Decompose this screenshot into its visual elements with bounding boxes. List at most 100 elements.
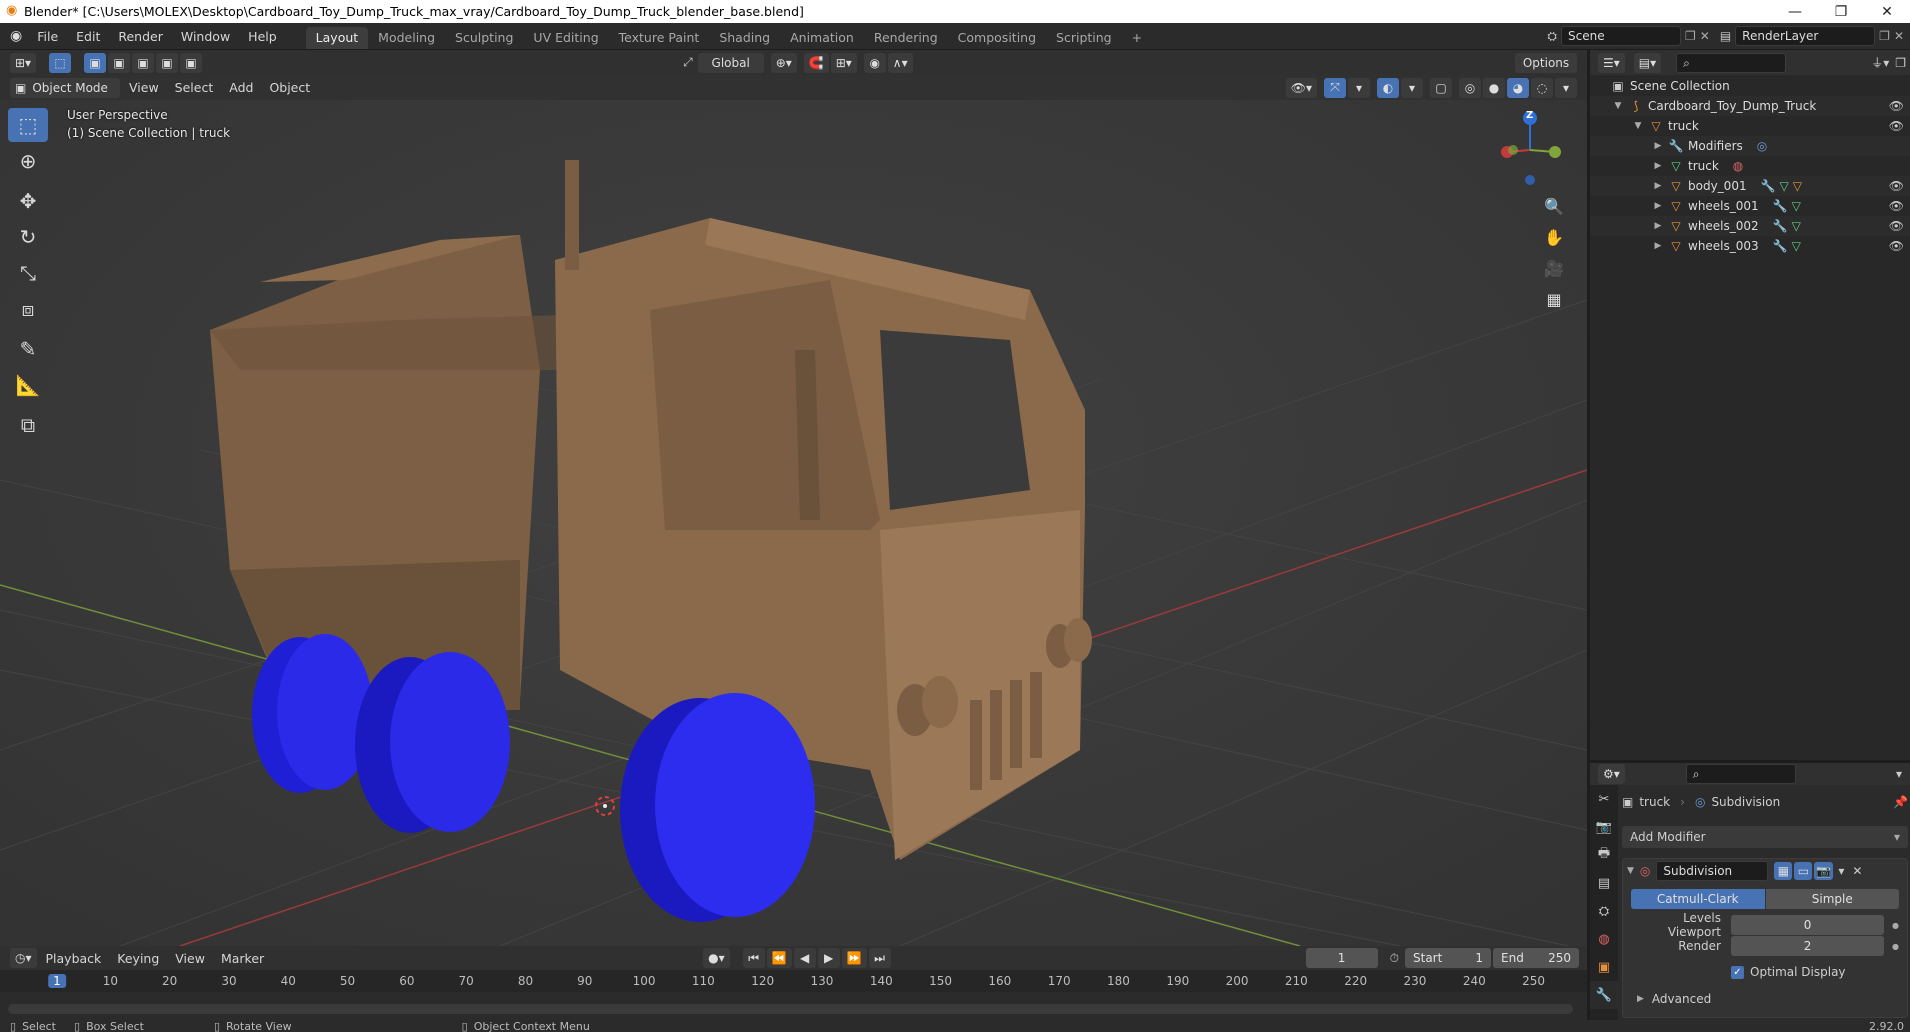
edit-mode-toggle-icon[interactable]: ▦ [1774,862,1793,880]
tab-layout[interactable]: Layout [305,26,369,49]
modifier-name-field[interactable]: Subdivision [1656,861,1769,881]
menu-window[interactable]: Window [172,23,239,50]
tab-rendering[interactable]: Rendering [864,27,948,49]
pan-hand-icon[interactable]: ✋ [1540,223,1568,251]
timeline-ruler[interactable]: 1 10 20 30 40 50 60 70 80 90 100 110 120 130 140 150 160… [0,970,1587,992]
outliner-row-wheels-003[interactable]: ▶ ▽ wheels_003 🔧 ▽ 👁 [1590,236,1910,256]
close-window-button[interactable]: ✕ [1864,4,1910,20]
expand-toggle-icon[interactable]: ▶ [1652,141,1664,151]
outliner-row-modifiers[interactable]: ▶ 🔧 Modifiers ◎ [1590,136,1910,156]
measure-tool-icon[interactable]: 📐 [8,368,48,402]
overlay-options-icon[interactable]: ▾ [1401,77,1423,98]
scene-tab-icon[interactable]: ⛭ [1590,897,1618,925]
render-layer-field[interactable]: RenderLayer [1735,26,1876,46]
wireframe-shading-icon[interactable]: ◎ [1459,77,1481,98]
collapse-toggle-icon[interactable]: ▼ [1627,866,1634,876]
visibility-eye-icon[interactable]: 👁 [1889,219,1904,233]
tab-scripting[interactable]: Scripting [1046,27,1122,49]
menu-help[interactable]: Help [239,23,286,50]
timeline-scrollbar[interactable] [8,1004,1573,1014]
pin-icon[interactable]: 📌 [1893,795,1908,809]
viewport-toggle-icon[interactable]: ▭ [1794,862,1813,880]
proportional-edit-icon[interactable]: ◉ [863,52,886,73]
stopwatch-icon[interactable]: ⏱ [1390,951,1399,966]
outliner-row-body-001[interactable]: ▶ ▽ body_001 🔧 ▽ ▽ 👁 [1590,176,1910,196]
auto-keying-icon[interactable]: ●▾ [703,948,730,968]
material-shading-icon[interactable]: ◕ [1507,77,1529,98]
start-frame-field[interactable]: Start 1 [1405,948,1491,968]
keyframe-dot-icon[interactable]: ● [1892,942,1899,951]
menu-marker[interactable]: Marker [213,951,272,966]
scale-tool-icon[interactable]: ⤡ [8,256,48,290]
play-icon[interactable]: ▶ [817,948,840,968]
jump-keyframe-forward-icon[interactable]: ⏩ [841,948,867,968]
select-tool-icon[interactable]: ⬚ [49,52,72,73]
delete-scene-icon[interactable]: ✕ [1700,29,1710,43]
menu-file[interactable]: File [28,23,67,50]
menu-object[interactable]: Object [261,80,318,95]
rotate-tool-icon[interactable]: ↻ [8,220,48,254]
menu-keying[interactable]: Keying [109,951,167,966]
cursor-tool-icon[interactable]: ⊕ [8,144,48,178]
object-tab-icon[interactable]: ▣ [1590,953,1618,981]
properties-options-icon[interactable]: ▾ [1896,767,1902,781]
jump-end-icon[interactable]: ⏭ [868,948,891,968]
tab-uv-editing[interactable]: UV Editing [523,27,608,49]
render-tab-icon[interactable]: 📷 [1590,813,1618,841]
add-modifier-dropdown[interactable]: Add Modifier ▾ [1622,826,1908,848]
delete-layer-icon[interactable]: ✕ [1894,29,1904,43]
snap-options-icon[interactable]: ⊞▾ [830,52,857,73]
object-visibility-icon[interactable]: 👁▾ [1285,77,1317,98]
modifier-tab-icon[interactable]: 🔧 [1590,981,1618,1009]
menu-select[interactable]: Select [167,80,222,95]
tab-animation[interactable]: Animation [780,27,864,49]
add-workspace-button[interactable]: + [1122,27,1152,49]
shading-options-icon[interactable]: ▾ [1555,77,1577,98]
camera-view-icon[interactable]: 🎥 [1540,254,1568,282]
move-tool-icon[interactable]: ✥ [8,184,48,218]
select-mode-invert-icon[interactable]: ▣ [156,52,179,73]
pivot-point-icon[interactable]: ⊕▾ [770,52,797,73]
levels-viewport-field[interactable]: 0 [1731,915,1885,935]
outliner-row-wheels-002[interactable]: ▶ ▽ wheels_002 🔧 ▽ 👁 [1590,216,1910,236]
add-cube-tool-icon[interactable]: ⧉ [8,408,48,442]
jump-start-icon[interactable]: ⏮ [742,948,765,968]
menu-add[interactable]: Add [221,80,261,95]
catmull-clark-option[interactable]: Catmull-Clark [1631,889,1765,909]
tab-modeling[interactable]: Modeling [368,27,445,49]
jump-keyframe-back-icon[interactable]: ⏪ [766,948,792,968]
expand-toggle-icon[interactable]: ▶ [1637,994,1644,1004]
render-toggle-icon[interactable]: 📷 [1814,862,1834,880]
remove-modifier-icon[interactable]: ✕ [1852,864,1862,878]
select-mode-new-icon[interactable]: ▣ [84,52,107,73]
world-tab-icon[interactable]: ◍ [1590,925,1618,953]
tab-texture-paint[interactable]: Texture Paint [609,27,710,49]
scene-field[interactable]: Scene [1561,26,1681,46]
modifier-menu-icon[interactable]: ▾ [1838,864,1844,878]
gizmo-options-icon[interactable]: ▾ [1348,77,1370,98]
editor-type-icon[interactable]: ⊞▾ [10,52,37,73]
tool-tab-icon[interactable]: ✂ [1590,785,1618,813]
outliner-editor-type-icon[interactable]: ☰▾ [1598,52,1625,73]
transform-orientation-dropdown[interactable]: Global [697,52,764,73]
collapse-toggle-icon[interactable]: ▼ [1612,101,1624,111]
view-layer-tab-icon[interactable]: ▤ [1590,869,1618,897]
timeline-editor-type-icon[interactable]: ◷▾ [10,948,37,968]
expand-toggle-icon[interactable]: ▶ [1652,241,1664,251]
filter-icon[interactable]: ⏚▾ [1871,54,1889,71]
ortho-toggle-icon[interactable]: ▦ [1540,285,1568,313]
gizmo-toggle-icon[interactable]: ⤧ [1324,77,1346,98]
outliner-row-wheels-001[interactable]: ▶ ▽ wheels_001 🔧 ▽ 👁 [1590,196,1910,216]
zoom-icon[interactable]: 🔍 [1540,192,1568,220]
visibility-eye-icon[interactable]: 👁 [1889,119,1904,133]
menu-view[interactable]: View [121,80,167,95]
proportional-falloff-icon[interactable]: ∧▾ [887,52,913,73]
options-dropdown[interactable]: Options [1515,52,1577,73]
current-frame-field[interactable]: 1 [1305,948,1378,968]
outliner-row-truck-object[interactable]: ▼ ▽ truck 👁 [1590,116,1910,136]
menu-render[interactable]: Render [109,23,172,50]
select-mode-extend-icon[interactable]: ▣ [108,52,131,73]
visibility-eye-icon[interactable]: 👁 [1889,239,1904,253]
output-tab-icon[interactable]: 🖶 [1590,841,1618,869]
play-reverse-icon[interactable]: ◀ [793,948,816,968]
